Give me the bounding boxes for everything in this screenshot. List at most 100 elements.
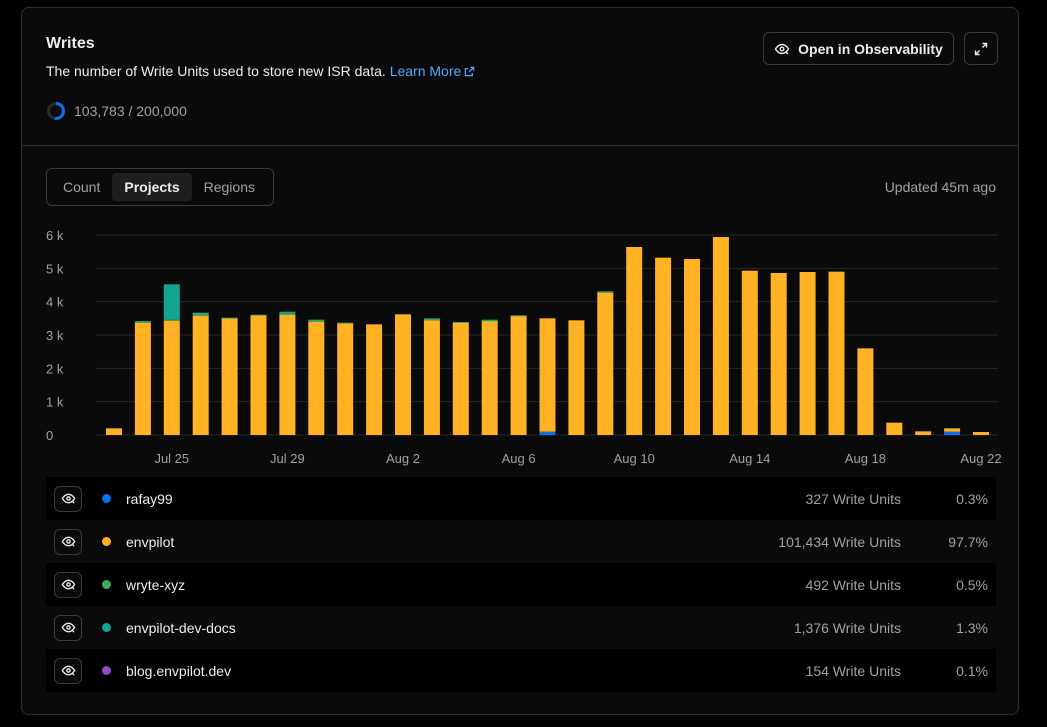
card-header: Writes The number of Write Units used to… [22, 8, 1018, 146]
bar-segment-envpilot[interactable] [915, 431, 932, 435]
percentage: 0.5% [956, 576, 988, 593]
project-name: wryte-xyz [126, 576, 186, 593]
x-tick-label: Aug 2 [386, 451, 420, 466]
updated-timestamp: Updated 45m ago [884, 179, 996, 195]
y-tick-label: 3 k [46, 328, 64, 343]
write-units: 327 Write Units [805, 490, 901, 507]
usage-ring-icon [47, 102, 65, 120]
bar-segment-wryte-xyz[interactable] [279, 313, 296, 315]
learn-more-link[interactable]: Learn More [390, 63, 476, 79]
bar-segment-envpilot-dev-docs[interactable] [163, 284, 180, 320]
project-name: blog.envpilot.dev [126, 662, 232, 679]
bar-segment-envpilot[interactable] [221, 318, 238, 435]
bar-segment-envpilot-dev-docs[interactable] [279, 311, 296, 314]
project-name: envpilot-dev-docs [126, 619, 236, 636]
bar-segment-wryte-xyz[interactable] [452, 322, 469, 323]
observability-icon [61, 493, 75, 504]
series-color-dot [102, 666, 111, 675]
observe-button[interactable] [54, 571, 82, 598]
list-item: rafay99 327 Write Units 0.3% [46, 477, 996, 520]
bar-segment-envpilot[interactable] [539, 318, 556, 432]
observe-button[interactable] [54, 485, 82, 512]
write-units: 101,434 Write Units [778, 533, 901, 550]
series-color-dot [102, 580, 111, 589]
bar-segment-wryte-xyz[interactable] [192, 313, 209, 316]
bar-segment-envpilot[interactable] [626, 247, 643, 435]
bar-segment-envpilot-dev-docs[interactable] [308, 319, 325, 321]
bar-segment-envpilot[interactable] [163, 320, 180, 435]
expand-button[interactable] [964, 32, 998, 65]
bar-segment-envpilot-dev-docs[interactable] [481, 319, 498, 321]
bar-segment-envpilot[interactable] [279, 315, 296, 435]
bar-segment-envpilot[interactable] [481, 321, 498, 435]
bar-segment-envpilot[interactable] [106, 428, 122, 435]
external-link-icon [465, 66, 475, 77]
bar-segment-envpilot[interactable] [395, 314, 411, 435]
series-color-dot [102, 623, 111, 632]
series-color-dot [102, 537, 111, 546]
bar-segment-envpilot[interactable] [192, 315, 209, 435]
x-tick-label: Aug 10 [614, 451, 655, 466]
observability-icon [774, 43, 790, 54]
bar-segment-envpilot[interactable] [886, 422, 903, 435]
tab-count[interactable]: Count [51, 173, 112, 201]
y-tick-label: 6 k [46, 228, 64, 243]
bar-segment-envpilot-dev-docs[interactable] [423, 318, 440, 320]
bar-segment-envpilot[interactable] [308, 321, 325, 435]
bar-segment-envpilot[interactable] [452, 322, 469, 435]
x-tick-label: Aug 18 [845, 451, 886, 466]
bar-segment-envpilot[interactable] [828, 271, 845, 435]
bar-segment-envpilot[interactable] [655, 257, 672, 435]
x-tick-label: Aug 14 [729, 451, 770, 466]
open-in-observability-label: Open in Observability [798, 40, 943, 57]
bar-segment-envpilot[interactable] [857, 348, 874, 435]
bar-segment-envpilot[interactable] [423, 320, 440, 435]
bar-segment-envpilot[interactable] [741, 270, 758, 435]
view-tabs: Count Projects Regions [46, 168, 274, 206]
open-in-observability-button[interactable]: Open in Observability [763, 32, 954, 65]
writes-card: Writes The number of Write Units used to… [21, 7, 1019, 715]
bar-segment-envpilot-dev-docs[interactable] [192, 312, 209, 314]
write-units: 1,376 Write Units [793, 619, 901, 636]
bar-segment-envpilot[interactable] [770, 273, 787, 435]
tab-projects[interactable]: Projects [112, 173, 192, 201]
observe-button[interactable] [54, 528, 82, 555]
write-units: 154 Write Units [805, 662, 901, 679]
bar-segment-wryte-xyz[interactable] [250, 314, 267, 316]
observability-icon [61, 622, 75, 633]
bar-segment-rafay99[interactable] [539, 431, 556, 435]
list-item: blog.envpilot.dev 154 Write Units 0.1% [46, 649, 996, 692]
percentage: 1.3% [956, 619, 988, 636]
bar-segment-wryte-xyz[interactable] [163, 319, 180, 321]
bar-segment-envpilot[interactable] [568, 320, 585, 435]
y-tick-label: 0 [46, 428, 53, 443]
bar-segment-envpilot[interactable] [134, 322, 151, 435]
y-tick-label: 1 k [46, 395, 64, 410]
bar-segment-envpilot[interactable] [799, 272, 816, 435]
description-text: The number of Write Units used to store … [46, 63, 386, 79]
bar-segment-wryte-xyz[interactable] [337, 322, 354, 324]
learn-more-label: Learn More [389, 63, 462, 79]
observe-button[interactable] [54, 614, 82, 641]
bar-segment-envpilot[interactable] [597, 292, 614, 435]
bar-segment-envpilot[interactable] [973, 432, 989, 435]
list-item: envpilot-dev-docs 1,376 Write Units 1.3% [46, 606, 996, 649]
bar-segment-envpilot[interactable] [510, 316, 527, 435]
bar-segment-envpilot-dev-docs[interactable] [134, 321, 151, 322]
tab-regions[interactable]: Regions [192, 173, 267, 201]
bar-segment-envpilot[interactable] [337, 323, 354, 435]
bar-segment-envpilot[interactable] [684, 259, 700, 435]
bar-segment-wryte-xyz[interactable] [597, 291, 614, 293]
bar-segment-envpilot[interactable] [366, 324, 383, 435]
project-name: rafay99 [126, 490, 173, 507]
observability-icon [61, 579, 75, 590]
bar-segment-wryte-xyz[interactable] [221, 317, 238, 319]
bar-segment-envpilot[interactable] [250, 315, 267, 435]
bar-segment-wryte-xyz[interactable] [510, 315, 527, 317]
bar-segment-rafay99[interactable] [944, 431, 961, 435]
bar-segment-envpilot[interactable] [944, 428, 961, 432]
percentage: 97.7% [948, 533, 988, 550]
bar-segment-envpilot[interactable] [712, 237, 729, 435]
observe-button[interactable] [54, 657, 82, 684]
percentage: 0.1% [956, 662, 988, 679]
